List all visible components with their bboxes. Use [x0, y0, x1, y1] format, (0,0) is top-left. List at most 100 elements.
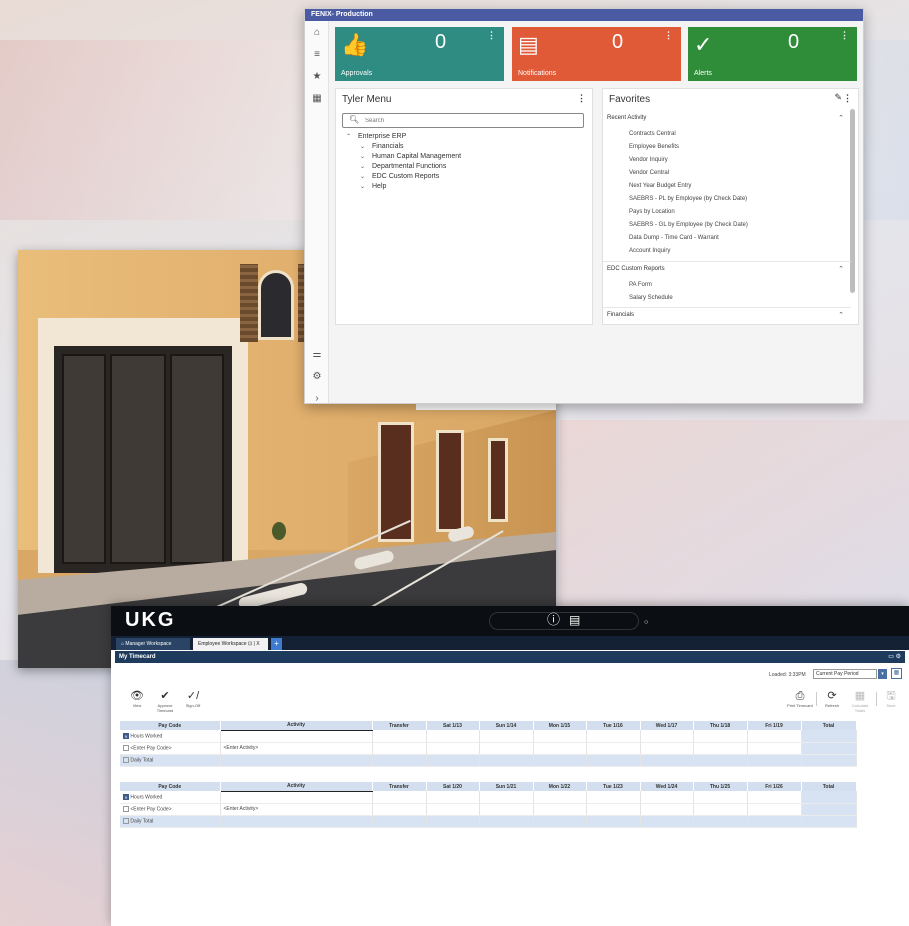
- row-checkbox[interactable]: [123, 756, 129, 763]
- tree-item-enterprise-erp[interactable]: ⌃ Enterprise ERP: [346, 133, 406, 140]
- tree-item-help[interactable]: ⌄ Help: [360, 183, 386, 190]
- transfer-cell[interactable]: [372, 791, 427, 804]
- day-cell[interactable]: [426, 803, 480, 816]
- column-header[interactable]: Wed 1/17: [640, 721, 694, 730]
- favorite-item[interactable]: Vendor Inquiry: [629, 157, 668, 163]
- row-checkbox[interactable]: [123, 805, 129, 812]
- tree-item-hcm[interactable]: ⌄ Human Capital Management: [360, 153, 461, 160]
- chevron-down-icon[interactable]: ▾: [878, 669, 887, 679]
- day-cell[interactable]: [747, 730, 802, 743]
- day-cell[interactable]: [533, 742, 587, 755]
- column-header[interactable]: Sat 1/20: [426, 782, 480, 791]
- favorite-item[interactable]: Data Dump - Time Card - Warrant: [629, 235, 719, 241]
- view-button[interactable]: 👁 View: [125, 690, 149, 708]
- dashboard-icon[interactable]: ▦: [311, 93, 323, 105]
- calculate-totals-button[interactable]: ▦ Calculate Totals: [847, 690, 873, 713]
- column-header[interactable]: Pay Code: [120, 782, 221, 791]
- column-header[interactable]: Sat 1/13: [426, 721, 480, 730]
- favorite-item[interactable]: Contracts Central: [629, 131, 676, 137]
- day-cell[interactable]: [693, 742, 748, 755]
- day-cell[interactable]: [747, 803, 802, 816]
- favorite-item[interactable]: SAEBRS - GL by Employee (by Check Date): [629, 222, 748, 228]
- pay-code-cell[interactable]: <Enter Pay Code>: [120, 742, 221, 755]
- day-cell[interactable]: [533, 791, 587, 804]
- day-cell[interactable]: [586, 742, 641, 755]
- day-cell[interactable]: [693, 730, 748, 743]
- activity-cell[interactable]: <Enter Activity>: [220, 742, 373, 755]
- approvals-tile[interactable]: 👍 0 ⋮ Approvals: [335, 27, 504, 81]
- kebab-icon[interactable]: ⋮: [843, 93, 852, 104]
- day-cell[interactable]: [426, 791, 480, 804]
- kebab-icon[interactable]: ⋮: [487, 30, 496, 41]
- chevron-up-icon[interactable]: ⌃: [838, 265, 844, 273]
- column-header[interactable]: Transfer: [372, 721, 427, 730]
- pencil-icon[interactable]: ✎: [834, 92, 842, 103]
- day-cell[interactable]: [747, 791, 802, 804]
- favorite-item[interactable]: Pays by Location: [629, 209, 675, 215]
- column-header[interactable]: Thu 1/18: [693, 721, 748, 730]
- add-tab-button[interactable]: +: [271, 638, 282, 650]
- column-header[interactable]: Mon 1/15: [533, 721, 587, 730]
- tab-close-icon[interactable]: ⊡ | X: [248, 641, 260, 647]
- day-cell[interactable]: [640, 730, 694, 743]
- pay-period-select[interactable]: Current Pay Period: [813, 669, 877, 679]
- favorites-scrollbar[interactable]: [850, 109, 855, 293]
- sign-off-button[interactable]: ✓/Sign-Off: [181, 690, 205, 708]
- column-header[interactable]: Fri 1/26: [747, 782, 802, 791]
- tree-item-financials[interactable]: ⌄ Financials: [360, 143, 404, 150]
- day-cell[interactable]: [479, 791, 534, 804]
- star-icon[interactable]: ★: [311, 71, 323, 83]
- day-cell[interactable]: [586, 791, 641, 804]
- row-checkbox[interactable]: ✕: [123, 793, 129, 800]
- chevron-up-icon[interactable]: ⌃: [838, 311, 844, 319]
- favorite-item[interactable]: PA Form: [629, 282, 652, 288]
- favorite-item[interactable]: Employee Benefits: [629, 144, 679, 150]
- favorites-section-financials[interactable]: Financials: [607, 312, 634, 318]
- column-header[interactable]: Sun 1/14: [479, 721, 534, 730]
- column-header[interactable]: Total: [801, 782, 857, 791]
- row-checkbox[interactable]: ✕: [123, 732, 129, 739]
- day-cell[interactable]: [426, 742, 480, 755]
- sliders-icon[interactable]: ⚌: [311, 349, 323, 361]
- window-controls-icon[interactable]: ▭ ⚙: [888, 651, 901, 663]
- column-header[interactable]: Total: [801, 721, 857, 730]
- day-cell[interactable]: [586, 730, 641, 743]
- list-icon[interactable]: ▤: [569, 613, 580, 627]
- save-button[interactable]: 🖫 Save: [879, 690, 903, 708]
- row-checkbox[interactable]: [123, 817, 129, 824]
- column-header[interactable]: Mon 1/22: [533, 782, 587, 791]
- approve-timecard-button[interactable]: ✔ Approve Timecard: [151, 690, 179, 713]
- favorite-item[interactable]: SAEBRS - PL by Employee (by Check Date): [629, 196, 747, 202]
- column-header[interactable]: Pay Code: [120, 721, 221, 730]
- search-icon[interactable]: ○: [644, 619, 648, 626]
- day-cell[interactable]: [533, 803, 587, 816]
- activity-cell[interactable]: [220, 730, 373, 743]
- favorite-item[interactable]: Next Year Budget Entry: [629, 183, 691, 189]
- column-header[interactable]: Activity: [220, 782, 373, 792]
- transfer-cell[interactable]: [372, 730, 427, 743]
- day-cell[interactable]: [479, 742, 534, 755]
- column-header[interactable]: Activity: [220, 721, 373, 731]
- day-cell[interactable]: [640, 791, 694, 804]
- tree-item-departmental-functions[interactable]: ⌄ Departmental Functions: [360, 163, 446, 170]
- column-header[interactable]: Transfer: [372, 782, 427, 791]
- favorites-section-edc-custom-reports[interactable]: EDC Custom Reports: [607, 266, 665, 272]
- chevron-right-icon[interactable]: ›: [311, 393, 323, 403]
- transfer-cell[interactable]: [372, 803, 427, 816]
- notifications-tile[interactable]: ▤ 0 ⋮ Notifications: [512, 27, 681, 81]
- column-header[interactable]: Tue 1/23: [586, 782, 641, 791]
- pay-code-cell[interactable]: ✕ Hours Worked: [120, 791, 221, 804]
- pay-code-cell[interactable]: ✕ Hours Worked: [120, 730, 221, 743]
- favorites-section-recent-activity[interactable]: Recent Activity: [607, 115, 646, 121]
- favorite-item[interactable]: Account Inquiry: [629, 248, 670, 254]
- activity-cell[interactable]: <Enter Activity>: [220, 803, 373, 816]
- day-cell[interactable]: [693, 791, 748, 804]
- home-icon[interactable]: ⌂: [311, 27, 323, 39]
- column-header[interactable]: Wed 1/24: [640, 782, 694, 791]
- day-cell[interactable]: [479, 730, 534, 743]
- activity-cell[interactable]: [220, 791, 373, 804]
- global-search[interactable]: [489, 612, 639, 630]
- pay-code-cell[interactable]: <Enter Pay Code>: [120, 803, 221, 816]
- row-checkbox[interactable]: [123, 744, 129, 751]
- day-cell[interactable]: [479, 803, 534, 816]
